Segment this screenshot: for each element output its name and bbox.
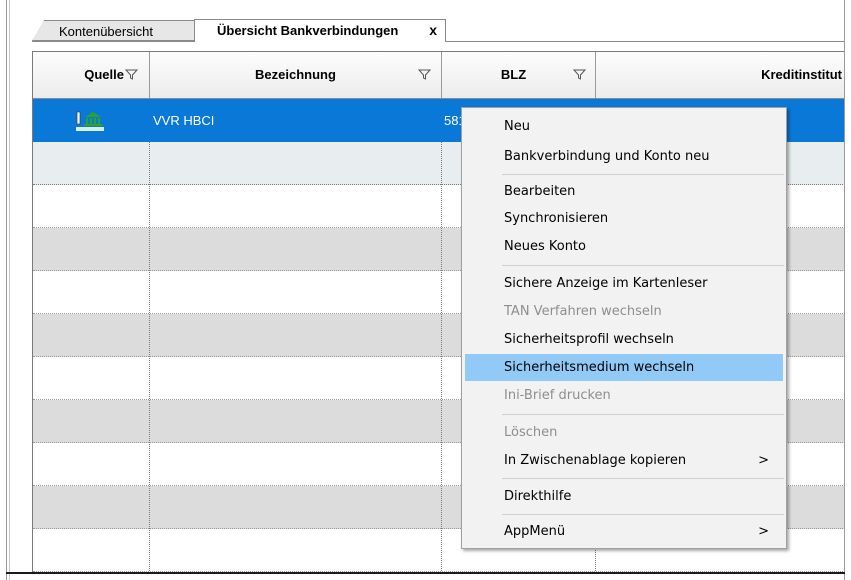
menu-item-synchronisieren[interactable]: Synchronisieren (465, 205, 783, 232)
filter-icon[interactable] (125, 68, 138, 80)
column-header-kreditinstitut[interactable]: Kreditinstitut (596, 52, 844, 98)
tab-strip: Kontenübersicht Übersicht Bankverbindung… (32, 18, 844, 42)
filter-icon[interactable] (418, 68, 431, 80)
column-gridline (149, 142, 150, 572)
submenu-arrow-icon: > (758, 524, 769, 539)
window-inner-border (9, 0, 10, 580)
menu-item-appmenue[interactable]: AppMenü > (465, 518, 783, 545)
menu-item-bankverbindung-und-konto-neu[interactable]: Bankverbindung und Konto neu (465, 143, 783, 170)
menu-separator (502, 265, 784, 266)
menu-item-label: In Zwischenablage kopieren (504, 453, 687, 468)
menu-separator (502, 478, 784, 479)
menu-separator (502, 174, 784, 175)
menu-item-direkthilfe[interactable]: Direkthilfe (465, 483, 783, 510)
window-right-border (844, 0, 845, 580)
window-bottom-border (6, 572, 845, 574)
row-bezeichnung: VVR HBCI (153, 113, 215, 128)
menu-item-neues-konto[interactable]: Neues Konto (465, 233, 783, 260)
menu-separator (502, 514, 784, 515)
tab-close-button[interactable]: x (429, 20, 437, 41)
context-menu: Neu Bankverbindung und Konto neu Bearbei… (461, 107, 787, 549)
window-left-border (6, 0, 7, 580)
menu-item-sicherheitsmedium-wechseln[interactable]: Sicherheitsmedium wechseln (465, 354, 783, 381)
submenu-arrow-icon: > (758, 453, 769, 468)
menu-item-label: AppMenü (504, 524, 566, 539)
column-gridline (441, 142, 442, 572)
menu-item-sichere-anzeige[interactable]: Sichere Anzeige im Kartenleser (465, 270, 783, 297)
column-header-bezeichnung[interactable]: Bezeichnung (150, 52, 441, 98)
menu-item-ini-brief-drucken: Ini-Brief drucken (504, 388, 611, 403)
menu-item-loeschen: Löschen (504, 425, 558, 440)
tab-kontenuebersicht[interactable]: Kontenübersicht (32, 20, 202, 41)
menu-item-in-zwischenablage-kopieren[interactable]: In Zwischenablage kopieren > (465, 447, 783, 474)
menu-item-neu[interactable]: Neu (465, 113, 783, 140)
grid-header: Quelle Bezeichnung BLZ Kreditinstitut (33, 52, 844, 99)
filter-icon[interactable] (573, 68, 586, 80)
menu-item-sicherheitsprofil-wechseln[interactable]: Sicherheitsprofil wechseln (465, 326, 783, 353)
tab-bankverbindungen-label: Übersicht Bankverbindungen (217, 23, 399, 38)
tab-bankverbindungen[interactable]: Übersicht Bankverbindungen x (194, 19, 446, 42)
menu-item-bearbeiten[interactable]: Bearbeiten (465, 178, 783, 205)
menu-item-tan-verfahren-wechseln: TAN Verfahren wechseln (504, 304, 662, 319)
bank-hbci-icon (76, 111, 104, 131)
menu-separator (502, 414, 784, 415)
